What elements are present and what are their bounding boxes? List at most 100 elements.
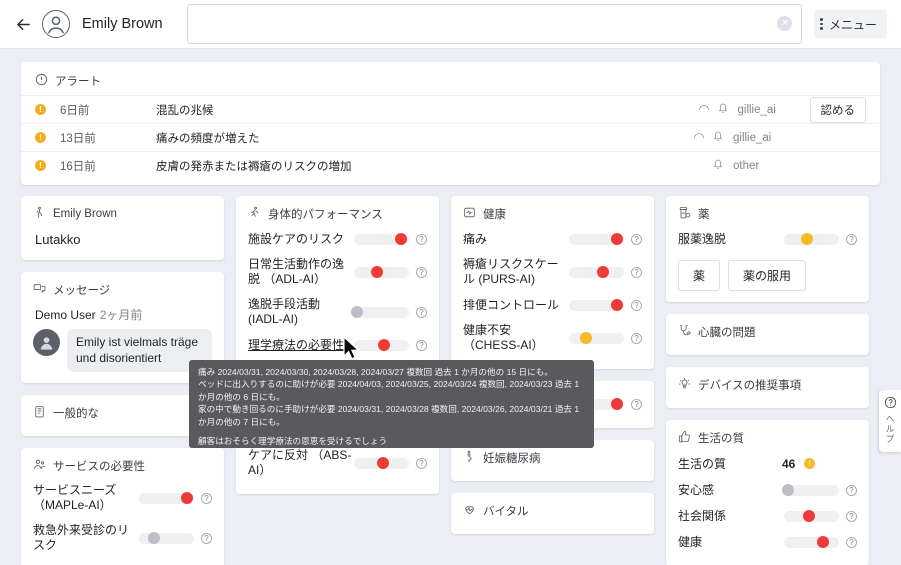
card-header: 生活の質 xyxy=(678,430,857,446)
card-title: 薬 xyxy=(698,209,710,221)
metric-help-icon[interactable]: ? xyxy=(631,266,642,278)
card-header: 心臓の問題 xyxy=(678,324,857,340)
slider-knob[interactable] xyxy=(371,266,384,278)
metric-label[interactable]: 施設ケアのリスク xyxy=(248,232,352,247)
metric-slider[interactable] xyxy=(784,536,839,548)
metric-label[interactable]: ケアに反対 （ABS-AI） xyxy=(248,448,352,478)
help-tab-button[interactable]: ヘルプ xyxy=(879,390,901,452)
page-title: Emily Brown xyxy=(82,16,163,32)
metric-slider[interactable] xyxy=(569,332,624,344)
metric-row: 社会関係? xyxy=(678,503,857,529)
metric-help-icon[interactable]: ? xyxy=(416,266,427,278)
slider-knob[interactable] xyxy=(782,484,795,496)
metric-slider[interactable] xyxy=(569,233,624,245)
slider-knob[interactable] xyxy=(351,306,364,318)
metric-help-icon[interactable]: ? xyxy=(416,339,427,351)
metric-label[interactable]: 日常生活動作の逸脱 （ADL-AI） xyxy=(248,257,352,287)
notification-bell-icon xyxy=(712,129,724,147)
card-title: 心臓の問題 xyxy=(698,327,756,339)
card-action-button[interactable]: 薬の服用 xyxy=(728,260,807,291)
metric-slider[interactable] xyxy=(784,510,839,522)
alert-row[interactable]: ! 16日前 皮膚の発赤または褥瘡のリスクの増加 other xyxy=(21,151,880,179)
metric-label[interactable]: 褥瘡リスクスケール (PURS-AI) xyxy=(463,257,567,287)
metric-help-icon[interactable]: ? xyxy=(631,233,642,245)
back-arrow-icon[interactable] xyxy=(10,11,36,37)
slider-knob[interactable] xyxy=(610,233,623,245)
metric-label[interactable]: 救急外来受診のリスク xyxy=(33,523,137,553)
alert-source-icons xyxy=(693,129,724,147)
search-input[interactable] xyxy=(186,4,803,44)
slider-knob[interactable] xyxy=(181,492,194,505)
metric-slider[interactable] xyxy=(354,266,409,278)
metric-slider[interactable] xyxy=(354,339,409,351)
score-label: 生活の質 xyxy=(678,457,727,471)
slider-knob[interactable] xyxy=(611,299,624,311)
message-author: Demo User xyxy=(35,308,96,322)
metric-help-icon[interactable]: ? xyxy=(846,536,857,548)
pill-bottle-icon xyxy=(678,206,691,222)
metric-help-icon[interactable]: ? xyxy=(416,306,427,318)
metric-label[interactable]: サービスニーズ （MAPLe-AI） xyxy=(33,483,137,513)
metric-help-icon[interactable]: ? xyxy=(846,233,857,245)
slider-knob[interactable] xyxy=(597,266,610,278)
metric-tooltip: 痛み 2024/03/31, 2024/03/30, 2024/03/28, 2… xyxy=(189,360,594,448)
metric-label[interactable]: 健康不安 （CHESS-AI） xyxy=(463,323,567,353)
card-device-recommendations-card: デバイスの推奨事項 xyxy=(666,367,869,408)
metric-slider[interactable] xyxy=(569,266,624,278)
metric-label[interactable]: 排便コントロール xyxy=(463,298,567,313)
slider-knob[interactable] xyxy=(611,398,624,410)
acknowledge-button[interactable]: 認める xyxy=(809,96,866,123)
metric-help-icon[interactable]: ? xyxy=(631,332,642,344)
metric-label[interactable]: 服薬逸脱 xyxy=(678,232,782,247)
slider-knob[interactable] xyxy=(378,339,391,351)
metric-help-icon[interactable]: ? xyxy=(846,510,857,522)
metric-row: ケアに反対 （ABS-AI）? xyxy=(248,443,427,483)
menu-button[interactable]: メニュー xyxy=(814,10,887,38)
metric-help-icon[interactable]: ? xyxy=(201,492,212,504)
score-row: 生活の質 46! xyxy=(678,450,857,477)
metric-label[interactable]: 社会関係 xyxy=(678,509,782,524)
pregnant-person-icon xyxy=(463,450,476,466)
metric-slider[interactable] xyxy=(139,532,194,545)
slider-knob[interactable] xyxy=(579,332,592,344)
metric-help-icon[interactable]: ? xyxy=(631,398,642,410)
metric-help-icon[interactable]: ? xyxy=(846,484,857,496)
metric-label[interactable]: 健康 xyxy=(678,535,782,550)
card-title: バイタル xyxy=(483,506,529,518)
alerts-title: アラート xyxy=(55,76,101,88)
metric-slider[interactable] xyxy=(782,484,839,496)
card-vitals-card: バイタル xyxy=(451,493,654,534)
alert-row[interactable]: ! 6日前 混乱の兆候 gillie_ai 認める xyxy=(21,95,880,123)
metric-help-icon[interactable]: ? xyxy=(631,299,642,311)
heart-pulse-icon xyxy=(463,503,476,519)
user-avatar-icon[interactable] xyxy=(42,10,70,38)
slider-knob[interactable] xyxy=(395,233,408,245)
slider-knob[interactable] xyxy=(802,510,815,522)
metric-slider[interactable] xyxy=(354,457,409,469)
metric-row: 褥瘡リスクスケール (PURS-AI)? xyxy=(463,252,642,292)
slider-knob[interactable] xyxy=(801,233,814,245)
metric-help-icon[interactable]: ? xyxy=(201,532,212,544)
metric-help-icon[interactable]: ? xyxy=(416,233,427,245)
metric-slider[interactable] xyxy=(354,233,409,245)
slider-knob[interactable] xyxy=(376,457,389,469)
metric-slider[interactable] xyxy=(569,299,624,311)
alert-row[interactable]: ! 13日前 痛みの頻度が増えた gillie_ai xyxy=(21,123,880,151)
metric-slider[interactable] xyxy=(784,233,839,245)
kebab-menu-icon xyxy=(818,18,823,30)
search-container: ✕ xyxy=(186,4,803,44)
metric-slider[interactable] xyxy=(351,306,409,318)
alert-source-label: gillie_ai xyxy=(733,131,772,144)
stethoscope-icon xyxy=(678,324,691,340)
notification-bell-icon xyxy=(712,157,724,175)
metric-label[interactable]: 安心感 xyxy=(678,483,782,498)
slider-knob[interactable] xyxy=(148,532,161,545)
app-header: Emily Brown ✕ メニュー xyxy=(0,0,901,49)
card-action-button[interactable]: 薬 xyxy=(678,260,721,291)
metric-slider[interactable] xyxy=(139,492,194,505)
metric-label[interactable]: 逸脱手段活動 (IADL-AI) xyxy=(248,297,352,327)
slider-knob[interactable] xyxy=(816,536,829,548)
metric-help-icon[interactable]: ? xyxy=(416,457,427,469)
metric-label[interactable]: 理学療法の必要性 xyxy=(248,338,352,353)
metric-label[interactable]: 痛み xyxy=(463,232,567,247)
